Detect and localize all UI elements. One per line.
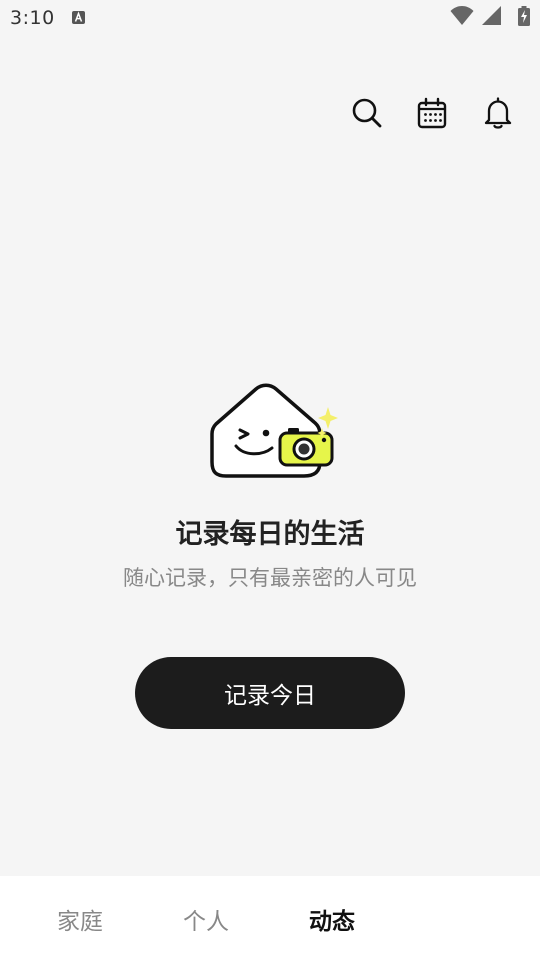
bell-icon[interactable] xyxy=(481,96,515,130)
empty-state-title: 记录每日的生活 xyxy=(175,519,365,550)
top-action-bar xyxy=(0,96,540,136)
battery-icon xyxy=(518,6,530,26)
a-icon xyxy=(72,11,85,24)
wifi-icon xyxy=(450,6,474,25)
calendar-icon[interactable] xyxy=(415,96,449,130)
empty-state-subtitle: 随心记录，只有最亲密的人可见 xyxy=(123,566,417,590)
tab-moments[interactable]: 动态 xyxy=(309,902,355,936)
house-camera-illustration xyxy=(210,383,338,478)
bottom-nav: 家庭 个人 动态 xyxy=(0,876,540,960)
status-time: 3:10 xyxy=(10,7,55,29)
search-icon[interactable] xyxy=(350,96,384,130)
record-today-button[interactable]: 记录今日 xyxy=(135,657,405,729)
tab-family[interactable]: 家庭 xyxy=(57,902,103,936)
status-bar: 3:10 xyxy=(0,0,540,36)
signal-icon xyxy=(482,6,501,25)
tab-personal[interactable]: 个人 xyxy=(183,902,229,936)
